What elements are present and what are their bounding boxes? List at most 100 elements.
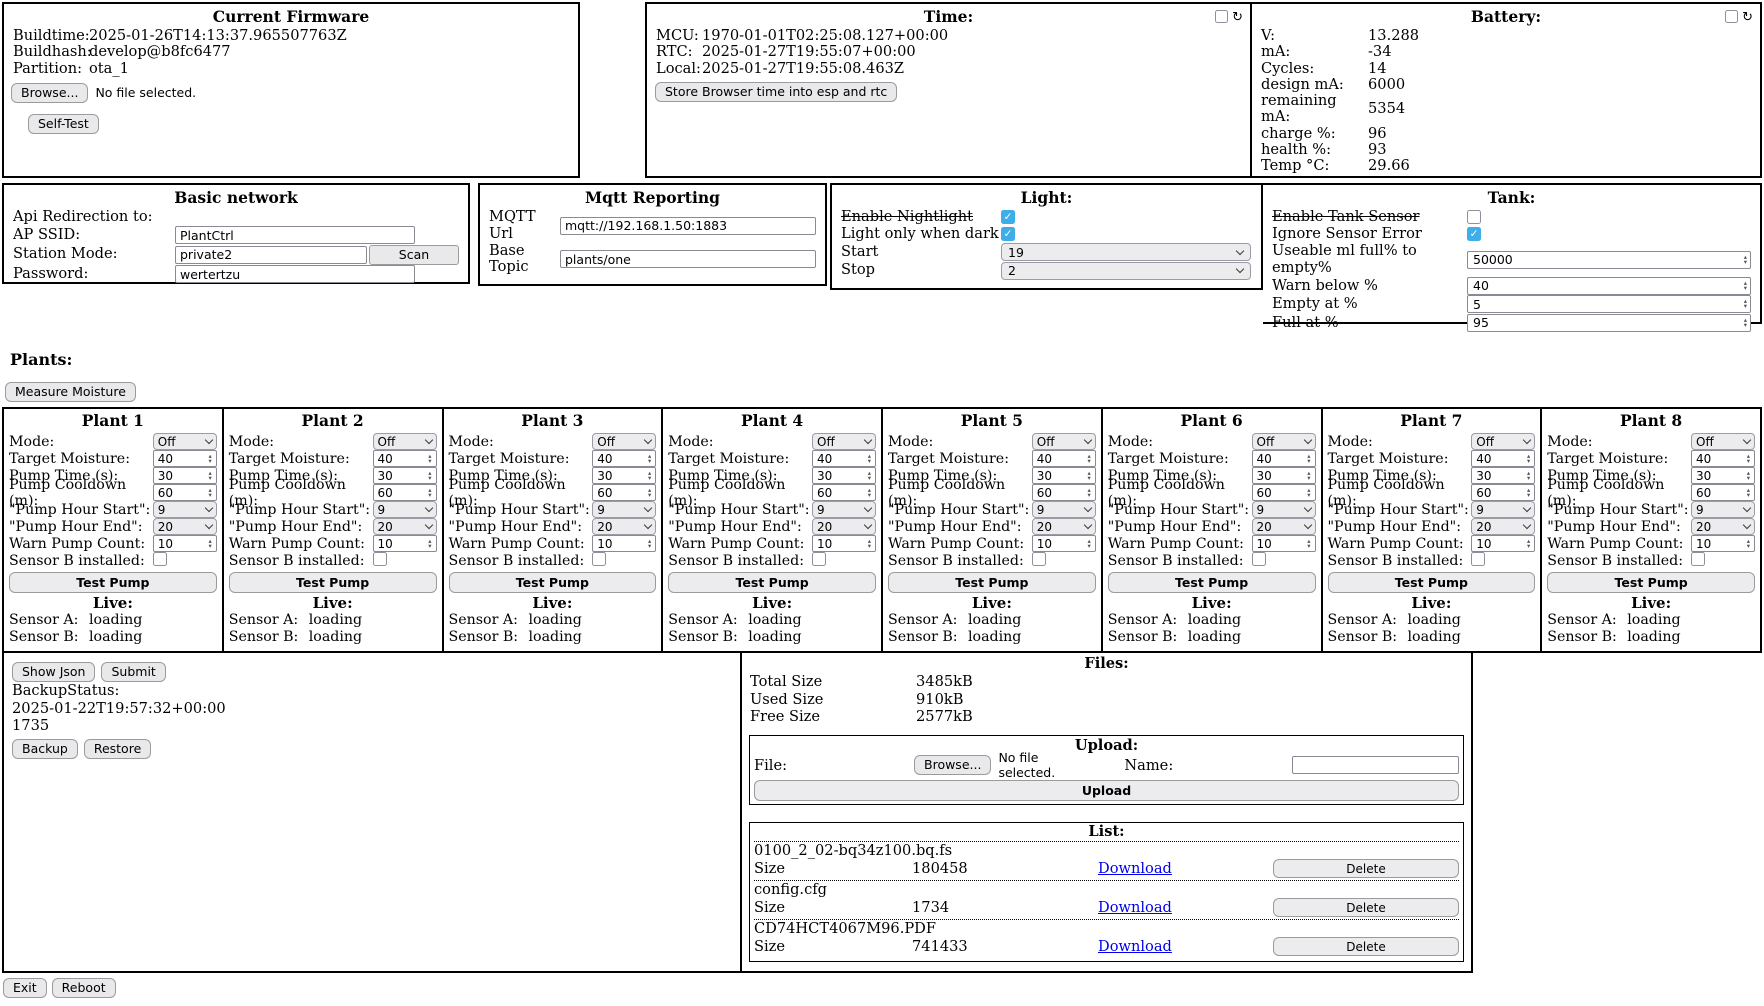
show-json-button[interactable]: Show Json	[12, 662, 95, 682]
mode-select[interactable]: Off	[1691, 433, 1755, 450]
station-mode-input[interactable]	[175, 246, 367, 264]
delete-button[interactable]: Delete	[1273, 898, 1459, 917]
pump-hour-end-select[interactable]: 20	[1471, 518, 1535, 535]
test-pump-button[interactable]: Test Pump	[1328, 572, 1536, 593]
target-moisture-input[interactable]: 40	[1691, 450, 1755, 467]
mode-select[interactable]: Off	[153, 433, 217, 450]
upload-browse-button[interactable]: Browse...	[914, 755, 991, 775]
pump-hour-end-select[interactable]: 20	[153, 518, 217, 535]
target-moisture-input[interactable]: 40	[812, 450, 876, 467]
refresh-icon[interactable]	[1232, 8, 1243, 25]
upload-name-input[interactable]	[1292, 756, 1459, 774]
pump-hour-start-select[interactable]: 9	[1032, 501, 1096, 518]
mode-select[interactable]: Off	[1252, 433, 1316, 450]
self-test-button[interactable]: Self-Test	[28, 114, 99, 134]
pump-time-input[interactable]: 30	[812, 467, 876, 484]
sensor-b-installed-checkbox[interactable]	[373, 552, 387, 566]
store-browser-time-button[interactable]: Store Browser time into esp and rtc	[655, 82, 897, 102]
warn-pump-count-input[interactable]: 10	[1032, 535, 1096, 552]
target-moisture-input[interactable]: 40	[1032, 450, 1096, 467]
test-pump-button[interactable]: Test Pump	[9, 572, 217, 593]
warn-pump-count-input[interactable]: 10	[373, 535, 437, 552]
test-pump-button[interactable]: Test Pump	[1108, 572, 1316, 593]
warn-pump-count-input[interactable]: 10	[1252, 535, 1316, 552]
tank-full-input[interactable]: 95	[1467, 314, 1751, 332]
password-input[interactable]	[175, 265, 415, 283]
mode-select[interactable]: Off	[812, 433, 876, 450]
pump-hour-start-select[interactable]: 9	[1252, 501, 1316, 518]
warn-pump-count-input[interactable]: 10	[812, 535, 876, 552]
pump-hour-end-select[interactable]: 20	[1252, 518, 1316, 535]
tank-empty-input[interactable]: 5	[1467, 295, 1751, 313]
pump-time-input[interactable]: 30	[373, 467, 437, 484]
mode-select[interactable]: Off	[1471, 433, 1535, 450]
measure-moisture-button[interactable]: Measure Moisture	[5, 382, 136, 402]
mode-select[interactable]: Off	[373, 433, 437, 450]
base-topic-input[interactable]	[560, 250, 816, 268]
scan-button[interactable]: Scan	[369, 245, 459, 265]
pump-time-input[interactable]: 30	[1691, 467, 1755, 484]
restore-button[interactable]: Restore	[84, 739, 151, 759]
test-pump-button[interactable]: Test Pump	[1547, 572, 1755, 593]
light-start-select[interactable]: 19	[1001, 243, 1251, 261]
delete-button[interactable]: Delete	[1273, 937, 1459, 956]
firmware-browse-button[interactable]: Browse...	[11, 83, 88, 103]
backup-button[interactable]: Backup	[12, 739, 78, 759]
pump-cooldown-input[interactable]: 60	[373, 484, 437, 501]
target-moisture-input[interactable]: 40	[592, 450, 656, 467]
pump-time-input[interactable]: 30	[1252, 467, 1316, 484]
mode-select[interactable]: Off	[592, 433, 656, 450]
tank-useable-input[interactable]: 50000	[1467, 251, 1751, 269]
light-dark-checkbox[interactable]	[1001, 227, 1015, 241]
warn-pump-count-input[interactable]: 10	[153, 535, 217, 552]
nightlight-checkbox[interactable]	[1001, 210, 1015, 224]
test-pump-button[interactable]: Test Pump	[449, 572, 657, 593]
download-link[interactable]: Download	[1098, 899, 1172, 916]
pump-hour-start-select[interactable]: 9	[1471, 501, 1535, 518]
delete-button[interactable]: Delete	[1273, 859, 1459, 878]
sensor-b-installed-checkbox[interactable]	[153, 552, 167, 566]
light-stop-select[interactable]: 2	[1001, 262, 1251, 280]
target-moisture-input[interactable]: 40	[1471, 450, 1535, 467]
pump-cooldown-input[interactable]: 60	[1032, 484, 1096, 501]
test-pump-button[interactable]: Test Pump	[888, 572, 1096, 593]
pump-hour-start-select[interactable]: 9	[1691, 501, 1755, 518]
sensor-b-installed-checkbox[interactable]	[1252, 552, 1266, 566]
warn-pump-count-input[interactable]: 10	[1471, 535, 1535, 552]
time-auto-refresh-checkbox[interactable]	[1215, 10, 1228, 23]
download-link[interactable]: Download	[1098, 860, 1172, 877]
pump-hour-end-select[interactable]: 20	[1691, 518, 1755, 535]
refresh-icon[interactable]	[1742, 8, 1753, 25]
warn-pump-count-input[interactable]: 10	[592, 535, 656, 552]
test-pump-button[interactable]: Test Pump	[668, 572, 876, 593]
mqtt-url-input[interactable]	[560, 217, 816, 235]
pump-hour-end-select[interactable]: 20	[812, 518, 876, 535]
warn-pump-count-input[interactable]: 10	[1691, 535, 1755, 552]
pump-time-input[interactable]: 30	[592, 467, 656, 484]
pump-hour-end-select[interactable]: 20	[592, 518, 656, 535]
sensor-b-installed-checkbox[interactable]	[812, 552, 826, 566]
download-link[interactable]: Download	[1098, 938, 1172, 955]
pump-cooldown-input[interactable]: 60	[153, 484, 217, 501]
pump-hour-end-select[interactable]: 20	[1032, 518, 1096, 535]
pump-time-input[interactable]: 30	[1032, 467, 1096, 484]
pump-time-input[interactable]: 30	[153, 467, 217, 484]
pump-cooldown-input[interactable]: 60	[812, 484, 876, 501]
battery-auto-refresh-checkbox[interactable]	[1725, 10, 1738, 23]
sensor-b-installed-checkbox[interactable]	[592, 552, 606, 566]
pump-hour-start-select[interactable]: 9	[373, 501, 437, 518]
pump-cooldown-input[interactable]: 60	[1252, 484, 1316, 501]
pump-hour-start-select[interactable]: 9	[592, 501, 656, 518]
tank-ignore-checkbox[interactable]	[1467, 227, 1481, 241]
sensor-b-installed-checkbox[interactable]	[1032, 552, 1046, 566]
tank-enable-checkbox[interactable]	[1467, 210, 1481, 224]
pump-cooldown-input[interactable]: 60	[1691, 484, 1755, 501]
target-moisture-input[interactable]: 40	[373, 450, 437, 467]
tank-warn-input[interactable]: 40	[1467, 277, 1751, 295]
ap-ssid-input[interactable]	[175, 226, 415, 244]
pump-cooldown-input[interactable]: 60	[1471, 484, 1535, 501]
pump-time-input[interactable]: 30	[1471, 467, 1535, 484]
exit-button[interactable]: Exit	[3, 978, 47, 998]
target-moisture-input[interactable]: 40	[1252, 450, 1316, 467]
pump-hour-start-select[interactable]: 9	[153, 501, 217, 518]
